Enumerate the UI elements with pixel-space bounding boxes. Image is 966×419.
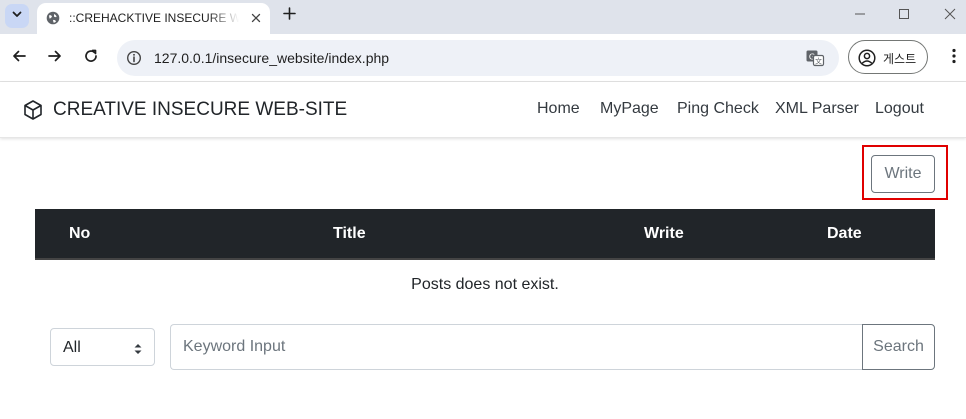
address-bar[interactable]: 127.0.0.1/insecure_website/index.php G文	[117, 40, 839, 76]
minimize-button[interactable]	[851, 7, 869, 25]
site-info-icon[interactable]	[126, 50, 142, 66]
tab-title: ::CREHACKTIVE INSECURE WEB-SITE::	[69, 11, 239, 25]
translate-icon[interactable]: G文	[805, 48, 825, 68]
write-button[interactable]: Write	[871, 155, 935, 193]
nav-link-home[interactable]: Home	[537, 100, 580, 118]
nav-link-xml-parser[interactable]: XML Parser	[775, 100, 859, 118]
search-button[interactable]: Search	[862, 324, 935, 370]
column-header-title: Title	[333, 225, 366, 242]
table-header: No Title Write Date	[35, 209, 935, 260]
sort-caret-icon	[133, 342, 143, 354]
browser-tabstrip: ::CREHACKTIVE INSECURE WEB-SITE::	[0, 0, 966, 34]
svg-text:文: 文	[815, 57, 822, 66]
back-button[interactable]	[10, 49, 28, 67]
maximize-icon	[898, 7, 910, 25]
site-navbar: CREATIVE INSECURE WEB-SITE Home MyPage P…	[0, 82, 966, 138]
posts-table: No Title Write Date Posts does not exist…	[35, 209, 935, 312]
more-vert-icon	[952, 48, 956, 69]
column-header-write: Write	[644, 225, 684, 242]
nav-link-ping-check[interactable]: Ping Check	[677, 100, 759, 118]
tab-search-button[interactable]	[5, 4, 29, 28]
chevron-down-icon	[11, 7, 23, 25]
plus-icon	[282, 7, 296, 25]
arrow-right-icon	[47, 48, 63, 69]
search-filter-select[interactable]: All	[50, 328, 155, 366]
window-close-button[interactable]	[941, 7, 959, 25]
close-icon	[944, 7, 956, 25]
table-row: Posts does not exist.	[35, 260, 935, 312]
keyword-input[interactable]	[170, 324, 863, 370]
minimize-icon	[854, 7, 866, 25]
close-icon[interactable]	[249, 11, 263, 25]
reload-icon	[83, 48, 99, 69]
url-text: 127.0.0.1/insecure_website/index.php	[154, 50, 390, 66]
browser-toolbar: 127.0.0.1/insecure_website/index.php G文 …	[0, 34, 966, 82]
profile-label: 게스트	[883, 52, 917, 66]
globe-icon	[46, 11, 60, 25]
filter-value: All	[63, 339, 81, 356]
forward-button[interactable]	[46, 49, 64, 67]
reload-button[interactable]	[82, 49, 100, 67]
maximize-button[interactable]	[895, 7, 913, 25]
nav-link-mypage[interactable]: MyPage	[600, 100, 659, 118]
arrow-left-icon	[11, 48, 27, 69]
profile-button[interactable]: 게스트	[848, 40, 928, 74]
nav-links: Home MyPage Ping Check XML Parser Logout	[0, 100, 966, 124]
column-header-date: Date	[827, 225, 862, 242]
browser-menu-button[interactable]	[944, 48, 964, 68]
empty-message: Posts does not exist.	[411, 276, 559, 293]
column-header-no: No	[69, 225, 91, 242]
new-tab-button[interactable]	[280, 7, 298, 25]
browser-tab[interactable]: ::CREHACKTIVE INSECURE WEB-SITE::	[37, 3, 270, 34]
nav-link-logout[interactable]: Logout	[875, 100, 924, 118]
account-circle-icon	[858, 49, 876, 67]
